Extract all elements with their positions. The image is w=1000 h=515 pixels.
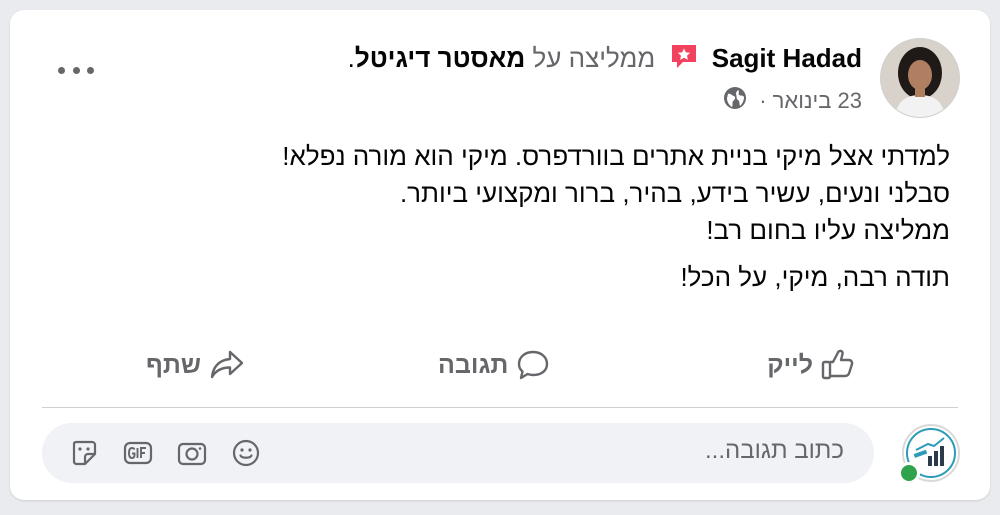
post-line: למדתי אצל מיקי בניית אתרים בוורדפרס. מיק… — [282, 141, 950, 171]
share-label: שתף — [146, 350, 201, 379]
actions-divider — [42, 407, 958, 408]
comment-input[interactable]: כתוב תגובה... — [42, 423, 874, 483]
author-name[interactable]: Sagit Hadad — [712, 43, 862, 73]
post-line: סבלני ונעים, עשיר בידע, בהיר, ברור ומקצו… — [399, 178, 950, 208]
post-date[interactable]: 23 בינואר — [773, 88, 862, 113]
online-status-dot — [898, 462, 920, 484]
author-avatar[interactable] — [880, 38, 960, 118]
post-body: למדתי אצל מיקי בניית אתרים בוורדפרס. מיק… — [130, 138, 950, 296]
recommends-label: ממליצה על — [532, 43, 656, 73]
comment-tools — [68, 437, 262, 469]
post-line: ממליצה עליו בחום רב! — [706, 215, 950, 245]
globe-icon — [723, 86, 747, 118]
sticker-icon[interactable] — [68, 437, 100, 469]
comment-button[interactable]: תגובה — [438, 340, 550, 390]
post-card: Sagit Hadad ממליצה על מאסטר דיגיטל. 23 ב… — [10, 10, 990, 500]
emoji-icon[interactable] — [230, 437, 262, 469]
share-arrow-icon — [210, 350, 244, 379]
author-photo — [881, 39, 959, 117]
header-period: . — [347, 43, 355, 73]
comment-bubble-icon — [518, 350, 549, 380]
meta-separator: · — [759, 88, 767, 113]
thumbs-up-icon — [821, 349, 854, 380]
like-label: לייק — [767, 350, 813, 379]
post-actions: לייק תגובה שתף — [50, 340, 950, 390]
like-button[interactable]: לייק — [767, 340, 855, 390]
recommend-star-icon — [669, 41, 699, 80]
share-button[interactable]: שתף — [146, 340, 245, 390]
post-closing-line: תודה רבה, מיקי, על הכל! — [680, 262, 950, 292]
camera-icon[interactable] — [176, 437, 208, 469]
more-options-icon[interactable] — [58, 62, 94, 78]
post-meta: 23 בינואר · — [723, 86, 862, 118]
post-header: Sagit Hadad ממליצה על מאסטר דיגיטל. — [348, 40, 862, 80]
comment-label: תגובה — [438, 350, 509, 379]
recommended-page-name[interactable]: מאסטר דיגיטל — [355, 43, 525, 73]
comment-placeholder: כתוב תגובה... — [705, 437, 844, 464]
gif-icon[interactable] — [122, 437, 154, 469]
